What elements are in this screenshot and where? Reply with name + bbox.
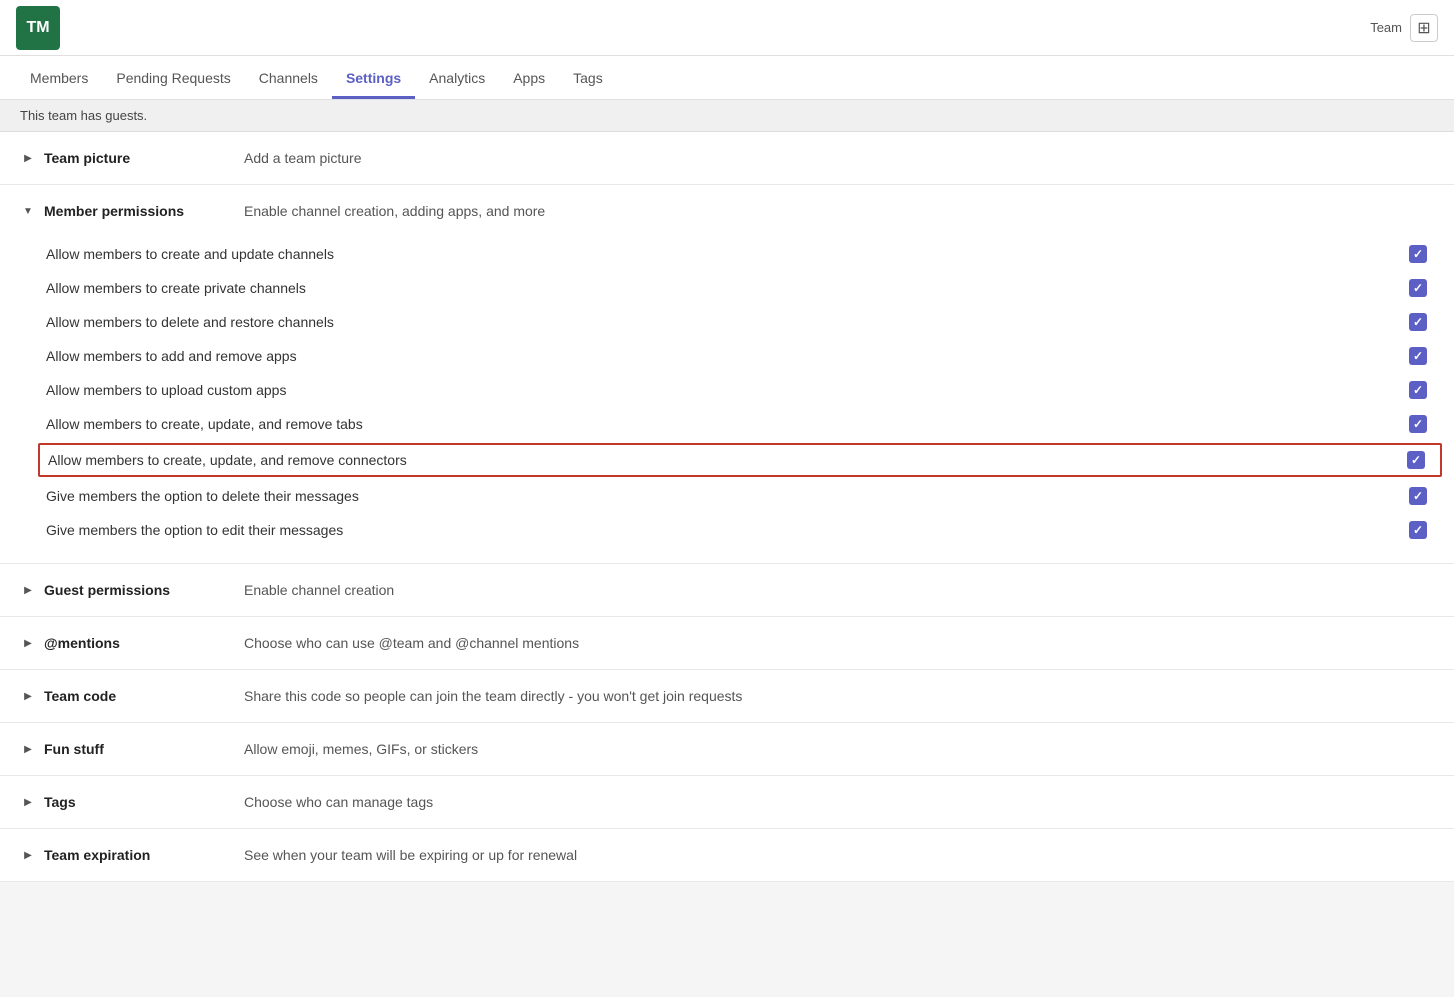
chevron-down-icon: ▼ xyxy=(20,203,36,219)
settings-main: ▶ Team picture Add a team picture ▼ Memb… xyxy=(0,132,1454,882)
section-member-permissions-body: Allow members to create and update chann… xyxy=(0,237,1454,563)
nav-tabs: Members Pending Requests Channels Settin… xyxy=(0,56,1454,100)
tab-channels[interactable]: Channels xyxy=(245,60,332,99)
tab-analytics[interactable]: Analytics xyxy=(415,60,499,99)
tab-members[interactable]: Members xyxy=(16,60,102,99)
permission-label: Allow members to delete and restore chan… xyxy=(46,314,1402,330)
section-team-picture-header[interactable]: ▶ Team picture Add a team picture xyxy=(0,132,1454,184)
section-member-permissions-desc: Enable channel creation, adding apps, an… xyxy=(244,203,545,219)
section-team-code-header[interactable]: ▶ Team code Share this code so people ca… xyxy=(0,670,1454,722)
section-guest-permissions-title: Guest permissions xyxy=(44,582,244,598)
tab-settings[interactable]: Settings xyxy=(332,60,415,99)
permission-create-private-channels: Allow members to create private channels xyxy=(46,271,1434,305)
checkbox-wrapper xyxy=(1402,245,1434,263)
permission-label: Give members the option to delete their … xyxy=(46,488,1402,504)
section-member-permissions-header[interactable]: ▼ Member permissions Enable channel crea… xyxy=(0,185,1454,237)
section-mentions-desc: Choose who can use @team and @channel me… xyxy=(244,635,579,651)
checkbox-create-update-remove-connectors[interactable] xyxy=(1407,451,1425,469)
section-tags-title: Tags xyxy=(44,794,244,810)
permission-label: Allow members to create private channels xyxy=(46,280,1402,296)
permission-edit-messages: Give members the option to edit their me… xyxy=(46,513,1434,547)
permission-create-update-remove-connectors: Allow members to create, update, and rem… xyxy=(38,443,1442,477)
chevron-right-icon: ▶ xyxy=(20,582,36,598)
checkbox-wrapper xyxy=(1402,313,1434,331)
tab-tags[interactable]: Tags xyxy=(559,60,617,99)
permission-create-update-remove-tabs: Allow members to create, update, and rem… xyxy=(46,407,1434,441)
section-fun-stuff-title: Fun stuff xyxy=(44,741,244,757)
permission-label: Give members the option to edit their me… xyxy=(46,522,1402,538)
chevron-right-icon: ▶ xyxy=(20,847,36,863)
avatar: TM xyxy=(16,6,60,50)
section-member-permissions: ▼ Member permissions Enable channel crea… xyxy=(0,185,1454,564)
section-fun-stuff: ▶ Fun stuff Allow emoji, memes, GIFs, or… xyxy=(0,723,1454,776)
checkbox-delete-messages[interactable] xyxy=(1409,487,1427,505)
tab-apps[interactable]: Apps xyxy=(499,60,559,99)
section-guest-permissions-desc: Enable channel creation xyxy=(244,582,394,598)
permission-label: Allow members to create, update, and rem… xyxy=(46,416,1402,432)
section-team-expiration: ▶ Team expiration See when your team wil… xyxy=(0,829,1454,882)
section-team-picture-desc: Add a team picture xyxy=(244,150,362,166)
permission-create-update-channels: Allow members to create and update chann… xyxy=(46,237,1434,271)
checkbox-wrapper xyxy=(1402,381,1434,399)
app-header: TM Team ⊞ xyxy=(0,0,1454,56)
permission-label: Allow members to create and update chann… xyxy=(46,246,1402,262)
guest-banner: This team has guests. xyxy=(0,100,1454,132)
chevron-right-icon: ▶ xyxy=(20,635,36,651)
permission-delete-messages: Give members the option to delete their … xyxy=(46,479,1434,513)
chevron-right-icon: ▶ xyxy=(20,150,36,166)
team-icon[interactable]: ⊞ xyxy=(1410,14,1438,42)
checkbox-wrapper xyxy=(1402,415,1434,433)
section-fun-stuff-desc: Allow emoji, memes, GIFs, or stickers xyxy=(244,741,478,757)
section-team-picture: ▶ Team picture Add a team picture xyxy=(0,132,1454,185)
section-team-code-desc: Share this code so people can join the t… xyxy=(244,688,742,704)
checkbox-upload-custom-apps[interactable] xyxy=(1409,381,1427,399)
checkbox-create-update-remove-tabs[interactable] xyxy=(1409,415,1427,433)
checkbox-edit-messages[interactable] xyxy=(1409,521,1427,539)
checkbox-add-remove-apps[interactable] xyxy=(1409,347,1427,365)
section-fun-stuff-header[interactable]: ▶ Fun stuff Allow emoji, memes, GIFs, or… xyxy=(0,723,1454,775)
team-label: Team xyxy=(1370,20,1402,35)
section-tags: ▶ Tags Choose who can manage tags xyxy=(0,776,1454,829)
tab-pending-requests[interactable]: Pending Requests xyxy=(102,60,244,99)
section-member-permissions-title: Member permissions xyxy=(44,203,244,219)
chevron-right-icon: ▶ xyxy=(20,741,36,757)
section-team-expiration-desc: See when your team will be expiring or u… xyxy=(244,847,577,863)
permission-label: Allow members to add and remove apps xyxy=(46,348,1402,364)
checkbox-create-private-channels[interactable] xyxy=(1409,279,1427,297)
section-tags-header[interactable]: ▶ Tags Choose who can manage tags xyxy=(0,776,1454,828)
section-guest-permissions-header[interactable]: ▶ Guest permissions Enable channel creat… xyxy=(0,564,1454,616)
section-team-expiration-title: Team expiration xyxy=(44,847,244,863)
checkbox-wrapper xyxy=(1402,521,1434,539)
permission-upload-custom-apps: Allow members to upload custom apps xyxy=(46,373,1434,407)
permission-label: Allow members to create, update, and rem… xyxy=(48,452,1400,468)
permission-add-remove-apps: Allow members to add and remove apps xyxy=(46,339,1434,373)
checkbox-wrapper xyxy=(1402,279,1434,297)
permission-delete-restore-channels: Allow members to delete and restore chan… xyxy=(46,305,1434,339)
section-team-expiration-header[interactable]: ▶ Team expiration See when your team wil… xyxy=(0,829,1454,881)
chevron-right-icon: ▶ xyxy=(20,688,36,704)
checkbox-create-update-channels[interactable] xyxy=(1409,245,1427,263)
section-team-code-title: Team code xyxy=(44,688,244,704)
section-tags-desc: Choose who can manage tags xyxy=(244,794,433,810)
section-guest-permissions: ▶ Guest permissions Enable channel creat… xyxy=(0,564,1454,617)
section-team-picture-title: Team picture xyxy=(44,150,244,166)
checkbox-wrapper xyxy=(1402,487,1434,505)
header-right: Team ⊞ xyxy=(1370,14,1438,42)
checkbox-wrapper xyxy=(1400,451,1432,469)
permission-label: Allow members to upload custom apps xyxy=(46,382,1402,398)
checkbox-delete-restore-channels[interactable] xyxy=(1409,313,1427,331)
chevron-right-icon: ▶ xyxy=(20,794,36,810)
section-mentions-header[interactable]: ▶ @mentions Choose who can use @team and… xyxy=(0,617,1454,669)
section-mentions: ▶ @mentions Choose who can use @team and… xyxy=(0,617,1454,670)
section-mentions-title: @mentions xyxy=(44,635,244,651)
checkbox-wrapper xyxy=(1402,347,1434,365)
section-team-code: ▶ Team code Share this code so people ca… xyxy=(0,670,1454,723)
